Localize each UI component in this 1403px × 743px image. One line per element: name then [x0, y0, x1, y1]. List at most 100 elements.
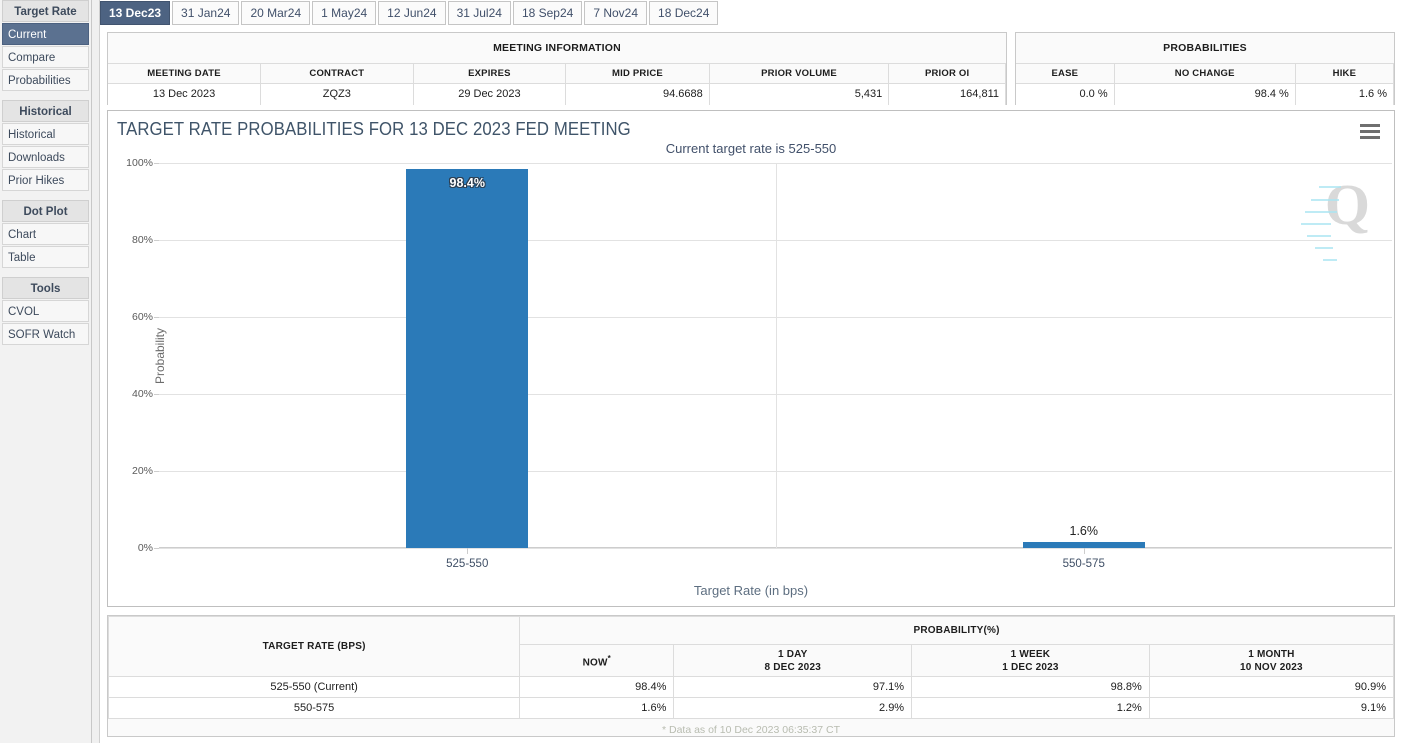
column-header: MID PRICE	[566, 64, 710, 84]
sidebar-group-spacer	[0, 192, 91, 200]
y-axis-tick-label: 100%	[126, 157, 153, 169]
y-tick-mark	[154, 163, 159, 164]
y-axis-tick-label: 80%	[132, 234, 153, 246]
tab-7-nov24[interactable]: 7 Nov24	[584, 1, 647, 25]
sidebar-scroll-gutter[interactable]	[92, 0, 100, 743]
sidebar-item-downloads[interactable]: Downloads	[2, 146, 89, 168]
sidebar-group-tools: Tools	[2, 277, 89, 299]
table-cell: 98.8%	[912, 677, 1150, 698]
meeting-information-table: MEETING DATECONTRACTEXPIRESMID PRICEPRIO…	[108, 63, 1006, 105]
category-separator	[776, 163, 777, 548]
table-row: 525-550 (Current)98.4%97.1%98.8%90.9%	[109, 677, 1394, 698]
bar-525-550[interactable]: 98.4%	[406, 169, 528, 548]
sidebar-group-historical: Historical	[2, 100, 89, 122]
tab-1-may24[interactable]: 1 May24	[312, 1, 376, 25]
tab-13-dec23[interactable]: 13 Dec23	[100, 1, 170, 25]
table-cell: 2.9%	[674, 698, 912, 719]
table-cell: ZQZ3	[261, 84, 414, 105]
watermark-streak	[1323, 259, 1337, 261]
column-header-1-month: 1 MONTH10 NOV 2023	[1149, 645, 1393, 677]
y-tick-mark	[154, 471, 159, 472]
table-cell: 0.0 %	[1016, 84, 1114, 105]
bar-value-label: 1.6%	[1023, 524, 1145, 538]
y-axis-tick-label: 20%	[132, 465, 153, 477]
column-header: MEETING DATE	[108, 64, 261, 84]
chart-plot-area: Probability 0%20%40%60%80%100%98.4%525-5…	[159, 163, 1392, 548]
x-axis-label: Target Rate (in bps)	[108, 583, 1394, 598]
table-group-header-row: TARGET RATE (BPS) PROBABILITY(%)	[109, 617, 1394, 645]
sidebar-item-cvol[interactable]: CVOL	[2, 300, 89, 322]
table-cell: 164,811	[889, 84, 1006, 105]
watermark-streak	[1307, 235, 1331, 237]
meeting-information-panel: MEETING INFORMATION MEETING DATECONTRACT…	[107, 32, 1007, 105]
y-axis-tick-label: 60%	[132, 311, 153, 323]
column-group-header-probability: PROBABILITY(%)	[520, 617, 1394, 645]
probabilities-title: PROBABILITIES	[1016, 33, 1394, 63]
watermark-streak	[1301, 223, 1331, 225]
watermark-streak	[1311, 199, 1339, 201]
sidebar-item-compare[interactable]: Compare	[2, 46, 89, 68]
table-cell: 1.6%	[520, 698, 674, 719]
table-cell: 5,431	[709, 84, 889, 105]
sidebar-group-spacer	[0, 92, 91, 100]
table-header-row: MEETING DATECONTRACTEXPIRESMID PRICEPRIO…	[108, 64, 1006, 84]
y-axis-tick-label: 0%	[138, 542, 153, 554]
bar-value-label: 98.4%	[406, 176, 528, 190]
y-axis-label: Probability	[153, 327, 167, 383]
probability-history-panel: TARGET RATE (BPS) PROBABILITY(%) NOW*1 D…	[107, 615, 1395, 737]
sidebar-item-sofr-watch[interactable]: SOFR Watch	[2, 323, 89, 345]
chart-title: TARGET RATE PROBABILITIES FOR 13 DEC 202…	[117, 119, 631, 140]
table-row: 0.0 %98.4 %1.6 %	[1016, 84, 1394, 105]
tab-31-jan24[interactable]: 31 Jan24	[172, 1, 239, 25]
column-header-now: NOW*	[520, 645, 674, 677]
y-tick-mark	[154, 240, 159, 241]
x-tick-mark	[467, 548, 468, 554]
table-cell: 1.6 %	[1295, 84, 1393, 105]
data-timestamp-footnote: * Data as of 10 Dec 2023 06:35:37 CT	[108, 719, 1394, 736]
probabilities-panel: PROBABILITIES EASENO CHANGEHIKE 0.0 %98.…	[1015, 32, 1395, 105]
y-gridline	[159, 548, 1392, 549]
watermark-streak	[1315, 247, 1333, 249]
sidebar-group-spacer	[0, 269, 91, 277]
sidebar-item-chart[interactable]: Chart	[2, 223, 89, 245]
table-cell: 98.4%	[520, 677, 674, 698]
y-tick-mark	[154, 317, 159, 318]
meeting-date-tabs: 13 Dec2331 Jan2420 Mar241 May2412 Jun243…	[100, 0, 1403, 26]
tab-18-sep24[interactable]: 18 Sep24	[513, 1, 582, 25]
tab-18-dec24[interactable]: 18 Dec24	[649, 1, 718, 25]
table-cell: 9.1%	[1149, 698, 1393, 719]
sidebar-group-target-rate: Target Rate	[2, 0, 89, 22]
x-tick-mark	[1084, 548, 1085, 554]
sidebar-item-probabilities[interactable]: Probabilities	[2, 69, 89, 91]
y-tick-mark	[154, 394, 159, 395]
sidebar-group-dot-plot: Dot Plot	[2, 200, 89, 222]
table-header-row: EASENO CHANGEHIKE	[1016, 64, 1394, 84]
column-header: EASE	[1016, 64, 1114, 84]
column-header: PRIOR OI	[889, 64, 1006, 84]
table-cell: 29 Dec 2023	[413, 84, 566, 105]
tab-20-mar24[interactable]: 20 Mar24	[241, 1, 310, 25]
table-cell: 550-575	[109, 698, 520, 719]
column-header: EXPIRES	[413, 64, 566, 84]
sidebar-item-current[interactable]: Current	[2, 23, 89, 45]
tab-31-jul24[interactable]: 31 Jul24	[448, 1, 511, 25]
column-header-1-week: 1 WEEK1 DEC 2023	[912, 645, 1150, 677]
table-cell: 98.4 %	[1114, 84, 1295, 105]
tab-12-jun24[interactable]: 12 Jun24	[378, 1, 445, 25]
table-cell: 1.2%	[912, 698, 1150, 719]
sidebar-item-historical[interactable]: Historical	[2, 123, 89, 145]
column-header: HIKE	[1295, 64, 1393, 84]
table-cell: 90.9%	[1149, 677, 1393, 698]
meeting-information-title: MEETING INFORMATION	[108, 33, 1006, 63]
chart-subtitle: Current target rate is 525-550	[108, 141, 1394, 156]
y-tick-mark	[154, 548, 159, 549]
watermark-streak	[1319, 186, 1341, 188]
hamburger-menu-icon[interactable]	[1360, 124, 1380, 139]
sidebar-item-prior-hikes[interactable]: Prior Hikes	[2, 169, 89, 191]
sidebar-item-table[interactable]: Table	[2, 246, 89, 268]
x-axis-tick-label: 550-575	[1024, 558, 1144, 570]
y-axis-tick-label: 40%	[132, 388, 153, 400]
column-header: NO CHANGE	[1114, 64, 1295, 84]
x-axis-tick-label: 525-550	[407, 558, 527, 570]
table-cell: 525-550 (Current)	[109, 677, 520, 698]
